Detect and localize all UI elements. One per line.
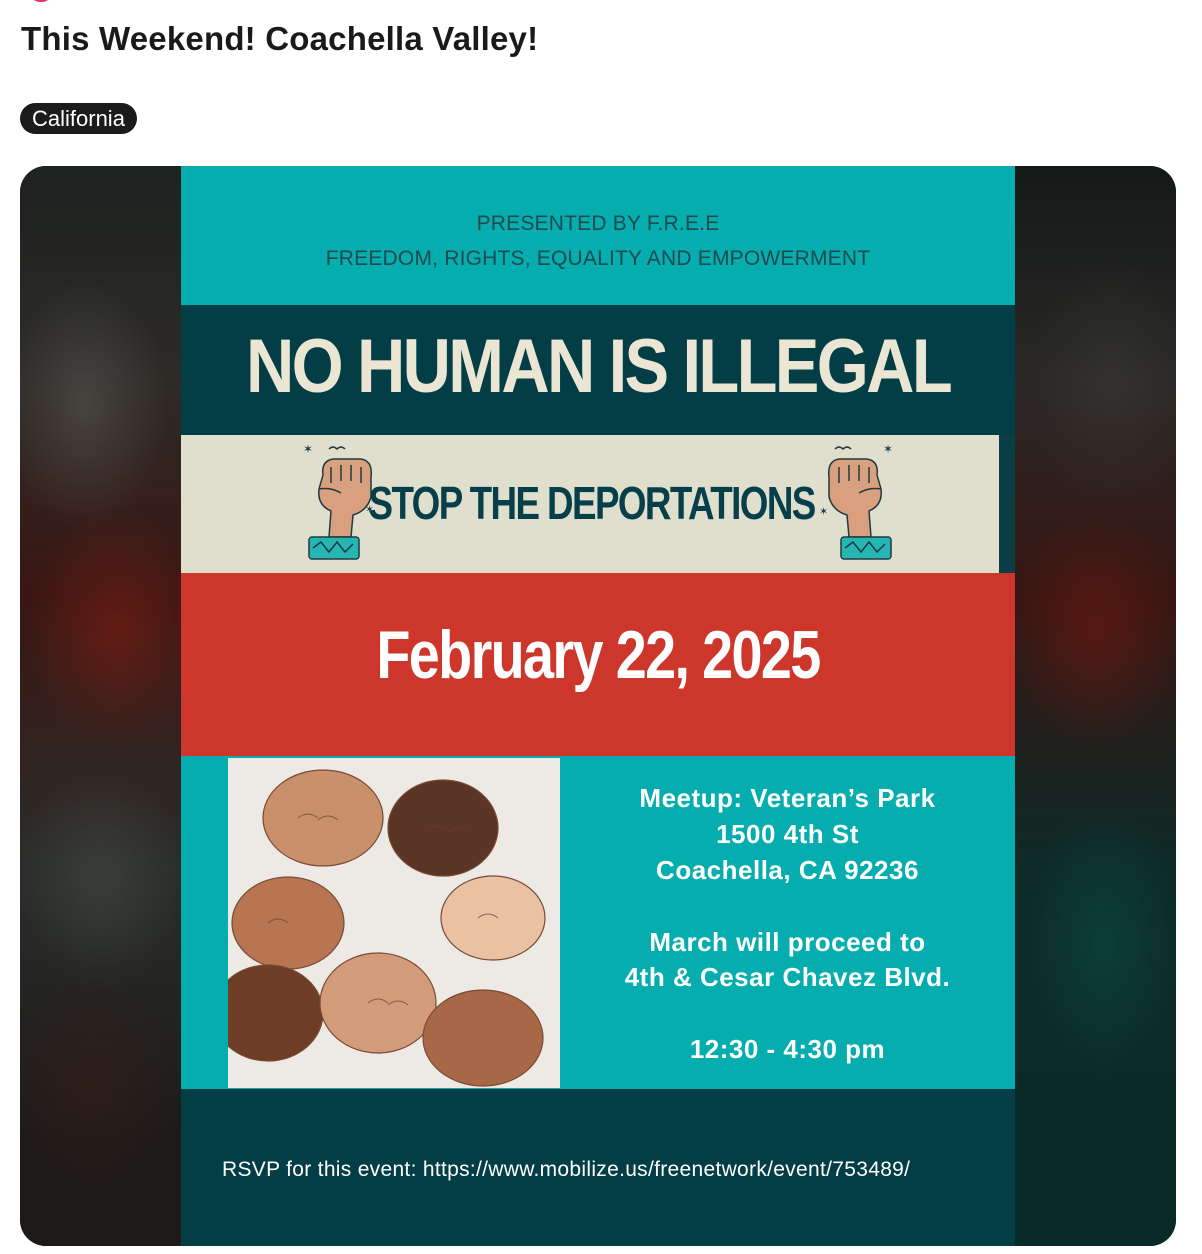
post-page: This Weekend! Coachella Valley! Californ…	[0, 0, 1202, 1254]
event-flyer: PRESENTED BY F.R.E.E FREEDOM, RIGHTS, EQ…	[181, 166, 1015, 1246]
flyer-rsvp-section: RSVP for this event: https://www.mobiliz…	[181, 1089, 1015, 1246]
svg-text:✶: ✶	[303, 445, 313, 456]
flyer-details-section: Meetup: Veteran’s Park 1500 4th St Coach…	[181, 756, 1015, 1089]
flyer-subheadline-section: ✶ ✶ STOP THE DEPORTATIONS ✶ ✶	[181, 435, 999, 573]
meetup-location: Meetup: Veteran’s Park	[639, 783, 936, 813]
street-address: 1500 4th St	[716, 819, 859, 849]
image-blur-background-right	[1015, 166, 1176, 1246]
flyer-date-section: February 22, 2025	[181, 573, 1015, 756]
raised-fist-icon: ✶ ✶	[819, 445, 893, 560]
avatar-badge	[30, 0, 52, 2]
presented-by-text: PRESENTED BY F.R.E.E	[476, 212, 720, 235]
flyer-headline-section: NO HUMAN IS ILLEGAL	[181, 305, 1015, 435]
svg-text:✶: ✶	[883, 445, 893, 456]
flyer-presented-section: PRESENTED BY F.R.E.E FREEDOM, RIGHTS, EQ…	[181, 166, 1015, 305]
organization-name: FREEDOM, RIGHTS, EQUALITY AND EMPOWERMEN…	[325, 247, 871, 270]
march-route-line2: 4th & Cesar Chavez Blvd.	[624, 962, 951, 992]
event-details: Meetup: Veteran’s Park 1500 4th St Coach…	[560, 756, 1015, 1089]
event-date: February 22, 2025	[376, 617, 821, 693]
post-image[interactable]: PRESENTED BY F.R.E.E FREEDOM, RIGHTS, EQ…	[20, 166, 1176, 1246]
image-blur-background-left	[20, 166, 181, 1246]
event-time: 12:30 - 4:30 pm	[689, 1034, 886, 1064]
post-title: This Weekend! Coachella Valley!	[21, 20, 539, 57]
svg-text:✶: ✶	[819, 505, 828, 518]
rsvp-link-text: RSVP for this event: https://www.mobiliz…	[222, 1158, 911, 1181]
hands-circle-photo	[228, 758, 560, 1088]
tag-chip[interactable]: California	[20, 103, 137, 134]
march-route-line1: March will proceed to	[649, 927, 926, 957]
flyer-headline: NO HUMAN IS ILLEGAL	[245, 324, 953, 409]
city-address: Coachella, CA 92236	[656, 855, 919, 885]
